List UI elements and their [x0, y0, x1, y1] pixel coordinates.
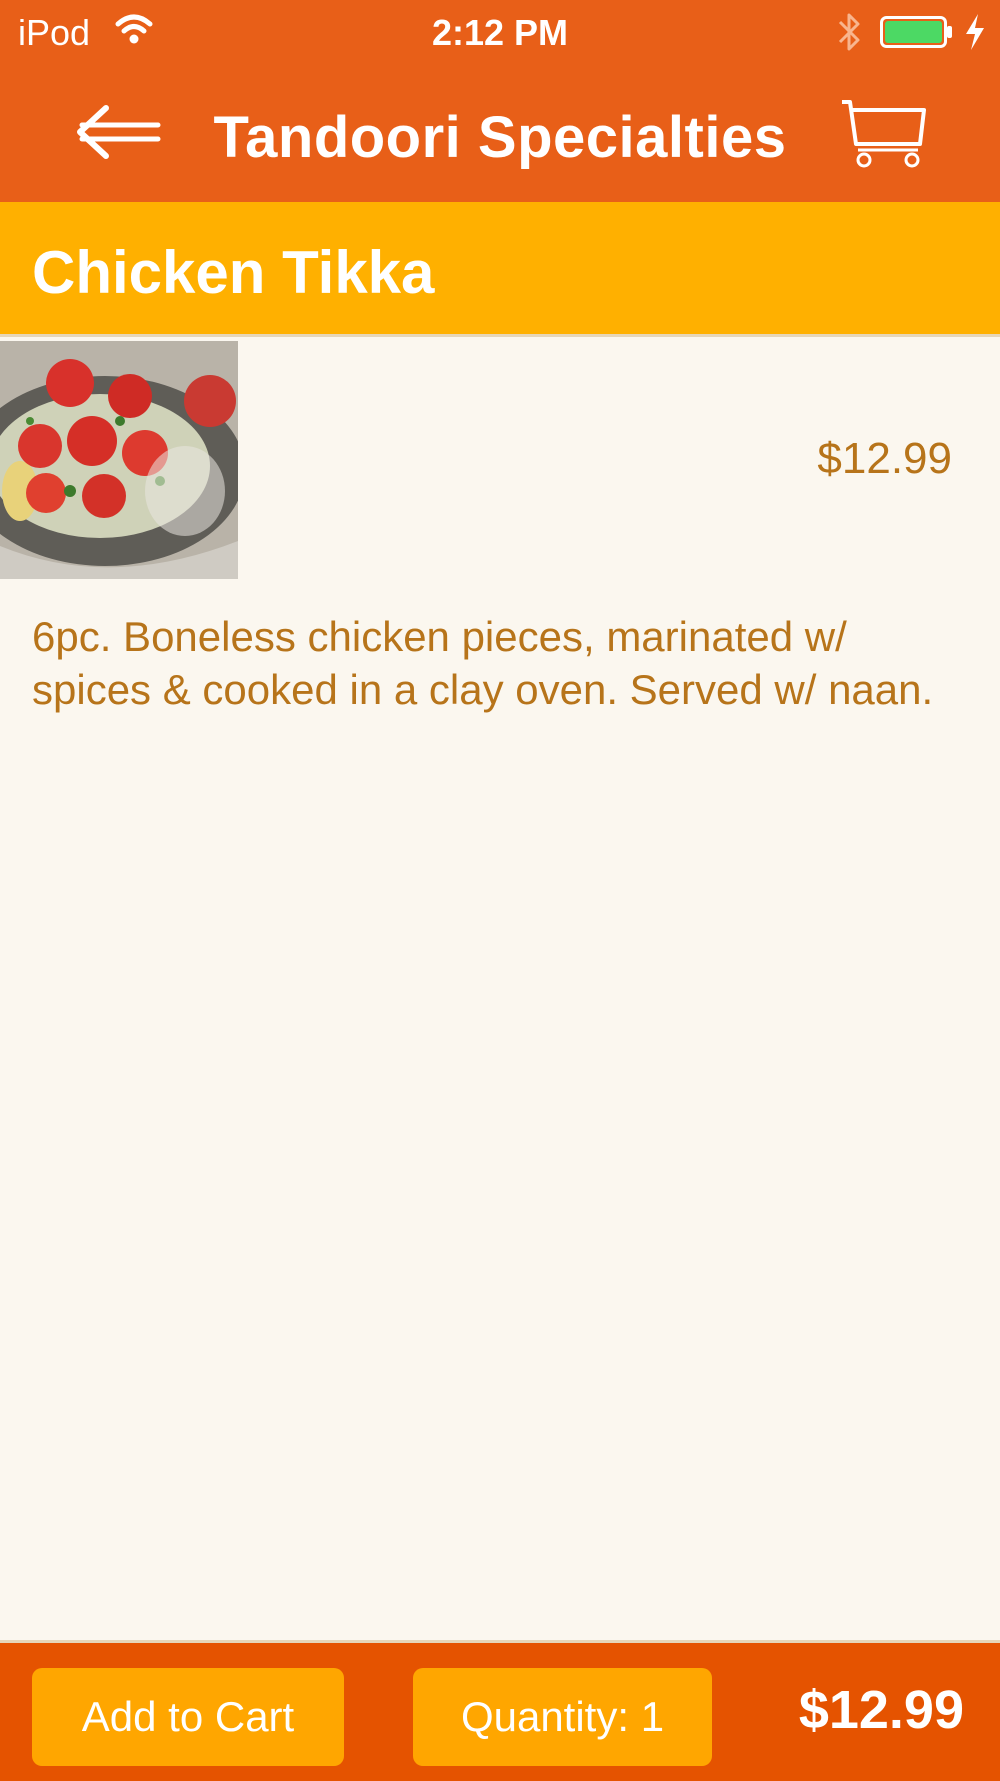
cart-icon — [842, 100, 926, 168]
battery-icon — [880, 16, 952, 48]
cart-button[interactable] — [838, 98, 928, 170]
item-title: Chicken Tikka — [32, 239, 435, 306]
item-description: 6pc. Boneless chicken pieces, marinated … — [32, 613, 934, 713]
item-price: $12.99 — [817, 434, 952, 483]
item-photo — [0, 341, 238, 579]
charging-icon — [966, 14, 984, 50]
bluetooth-icon — [838, 13, 860, 51]
bottom-bar: Add to Cart Quantity: 1 $12.99 — [0, 1640, 1000, 1781]
item-header: Chicken Tikka — [0, 202, 1000, 337]
navigation-bar: Tandoori Specialties — [0, 64, 1000, 202]
order-total: $12.99 — [798, 1680, 964, 1740]
add-to-cart-button[interactable]: Add to Cart — [32, 1668, 344, 1766]
status-bar: iPod 2:12 PM — [0, 0, 1000, 64]
quantity-button[interactable]: Quantity: 1 — [413, 1668, 712, 1766]
